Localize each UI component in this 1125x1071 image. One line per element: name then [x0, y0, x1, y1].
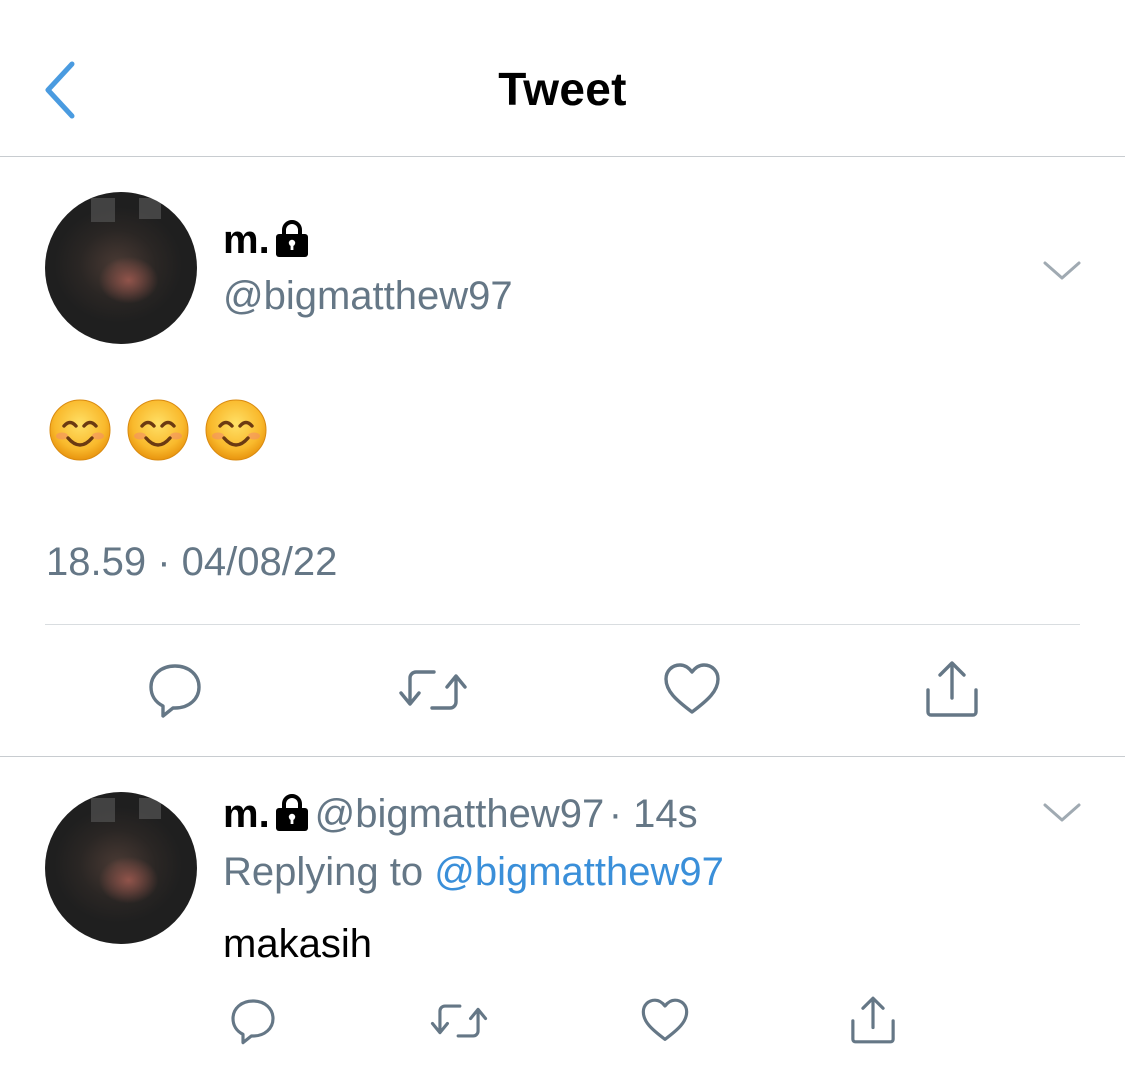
- lock-icon: [274, 793, 310, 831]
- avatar[interactable]: [45, 192, 197, 344]
- reply-time: · 14s: [608, 792, 698, 836]
- reply-icon[interactable]: [145, 660, 205, 720]
- reply-text: makasih: [223, 922, 372, 966]
- smiling-face-emoji-icon: [204, 398, 268, 462]
- reply-author-name: m.: [223, 792, 270, 836]
- smiling-face-emoji-icon: [126, 398, 190, 462]
- retweet-icon[interactable]: [430, 996, 488, 1046]
- reply-author-handle[interactable]: @bigmatthew97: [315, 792, 605, 836]
- author-name-row: m.: [223, 218, 310, 263]
- reply-icon[interactable]: [228, 996, 278, 1046]
- replying-to-link[interactable]: @bigmatthew97: [434, 850, 724, 894]
- reply-avatar[interactable]: [45, 792, 197, 944]
- like-icon[interactable]: [662, 660, 722, 720]
- like-icon[interactable]: [640, 996, 690, 1046]
- tweet-content: [48, 398, 268, 462]
- tweet-divider: [0, 756, 1125, 757]
- page-title: Tweet: [498, 63, 627, 115]
- author-name: m.: [223, 218, 270, 262]
- author-handle[interactable]: @bigmatthew97: [223, 274, 513, 319]
- timestamp-divider: [45, 624, 1080, 625]
- replying-to-line: Replying to @bigmatthew97: [223, 850, 724, 895]
- tweet-timestamp: 18.59 · 04/08/22: [46, 540, 338, 584]
- chevron-down-icon[interactable]: [1042, 800, 1082, 826]
- chevron-down-icon[interactable]: [1042, 258, 1082, 284]
- share-icon[interactable]: [920, 658, 984, 720]
- retweet-icon[interactable]: [398, 660, 468, 720]
- lock-icon: [274, 219, 310, 257]
- smiling-face-emoji-icon: [48, 398, 112, 462]
- header-divider: [0, 156, 1125, 157]
- share-icon[interactable]: [846, 994, 900, 1046]
- replying-to-label: Replying to: [223, 850, 424, 894]
- reply-header: m. @bigmatthew97 · 14s: [223, 792, 698, 837]
